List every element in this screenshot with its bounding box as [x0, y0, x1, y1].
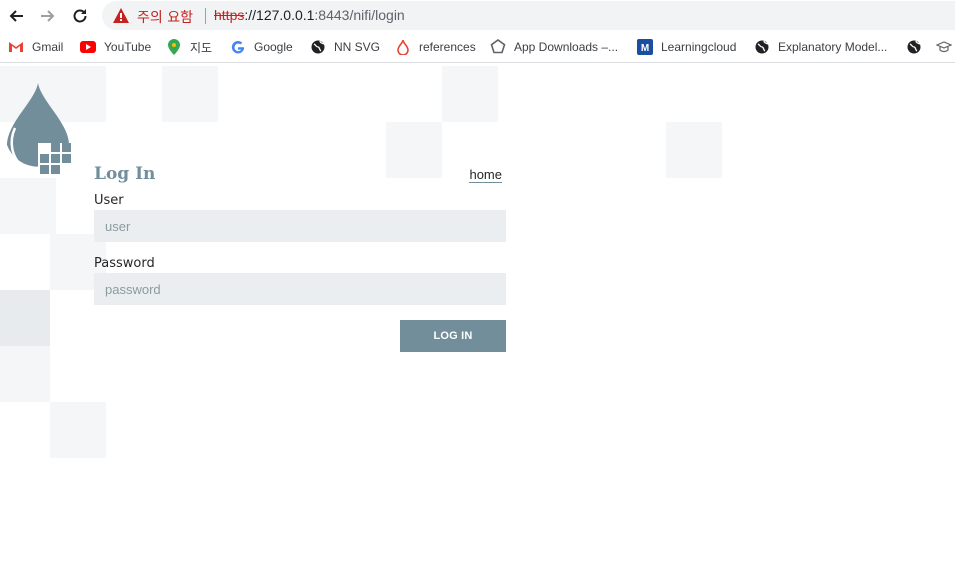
- bookmark-label: Google: [254, 40, 293, 54]
- bookmarks-bar: Gmail YouTube 지도 Google NN SVG reference…: [0, 32, 955, 63]
- bookmark-google[interactable]: Google: [230, 37, 293, 57]
- security-warning-label[interactable]: 주의 요함: [137, 7, 193, 27]
- background-tile: [162, 66, 218, 122]
- nifi-drop-logo-icon: [7, 83, 74, 178]
- background-tile: [0, 178, 56, 234]
- user-input[interactable]: [94, 210, 506, 242]
- home-link[interactable]: home: [469, 167, 502, 183]
- reload-icon: [73, 9, 87, 23]
- address-separator: [205, 8, 206, 24]
- background-tile: [386, 122, 442, 178]
- password-input[interactable]: [94, 273, 506, 305]
- gmail-icon: [8, 39, 24, 55]
- google-icon: [230, 39, 246, 55]
- graduation-cap-icon: [936, 39, 952, 55]
- background-tile: [0, 290, 50, 346]
- bookmark-globe[interactable]: [906, 37, 930, 57]
- url-text[interactable]: https://127.0.0.1:8443/nifi/login: [214, 7, 405, 23]
- background-tile: [442, 66, 498, 122]
- bookmark-explanatory-model[interactable]: Explanatory Model...: [754, 37, 887, 57]
- bookmark-label: YouTube: [104, 40, 152, 54]
- background-tile: [666, 122, 722, 178]
- bookmark-label: Learningcloud: [661, 40, 737, 54]
- bookmark-graduation[interactable]: [936, 37, 955, 57]
- bookmark-gmail[interactable]: Gmail: [8, 37, 63, 57]
- maps-icon: [166, 39, 182, 55]
- browser-toolbar: 주의 요함 https://127.0.0.1:8443/nifi/login: [0, 0, 955, 32]
- bookmark-label: 지도: [190, 40, 213, 55]
- forward-button[interactable]: [35, 3, 61, 29]
- bookmark-label: NN SVG: [334, 40, 381, 54]
- globe-icon: [906, 39, 922, 55]
- warning-icon: [113, 8, 129, 23]
- url-path: :8443/nifi/login: [314, 7, 405, 23]
- background-tile: [0, 346, 50, 402]
- background-tile: [50, 402, 106, 458]
- address-bar[interactable]: 주의 요함 https://127.0.0.1:8443/nifi/login: [102, 1, 955, 30]
- bookmark-label: references: [419, 40, 476, 54]
- bookmark-learningcloud[interactable]: M Learningcloud: [637, 37, 736, 57]
- bookmark-label: Explanatory Model...: [778, 40, 888, 54]
- bookmark-references[interactable]: references: [395, 37, 476, 57]
- url-scheme: https: [214, 7, 245, 23]
- bookmark-youtube[interactable]: YouTube: [80, 37, 151, 57]
- back-arrow-icon: [9, 10, 23, 22]
- refs-icon: [395, 39, 411, 55]
- forward-arrow-icon: [41, 10, 55, 22]
- globe-icon: [310, 39, 326, 55]
- bookmark-label: App Downloads –...: [514, 40, 619, 54]
- bookmark-app-downloads[interactable]: App Downloads –...: [490, 37, 618, 57]
- svg-text:M: M: [641, 43, 649, 54]
- youtube-icon: [80, 39, 96, 55]
- bookmark-nn-svg[interactable]: NN SVG: [310, 37, 380, 57]
- login-title: Log In: [94, 164, 156, 184]
- url-host: ://127.0.0.1: [244, 7, 315, 23]
- nifi-login-page: Log In home User Password LOG IN: [0, 66, 955, 575]
- reload-button[interactable]: [67, 3, 93, 29]
- globe-icon: [754, 39, 770, 55]
- back-button[interactable]: [3, 3, 29, 29]
- login-button[interactable]: LOG IN: [400, 320, 506, 352]
- password-label: Password: [94, 256, 155, 271]
- m-icon: M: [637, 39, 653, 55]
- bookmark-maps[interactable]: 지도: [166, 37, 212, 57]
- bookmark-label: Gmail: [32, 40, 64, 54]
- user-label: User: [94, 193, 124, 208]
- app-icon: [490, 39, 506, 55]
